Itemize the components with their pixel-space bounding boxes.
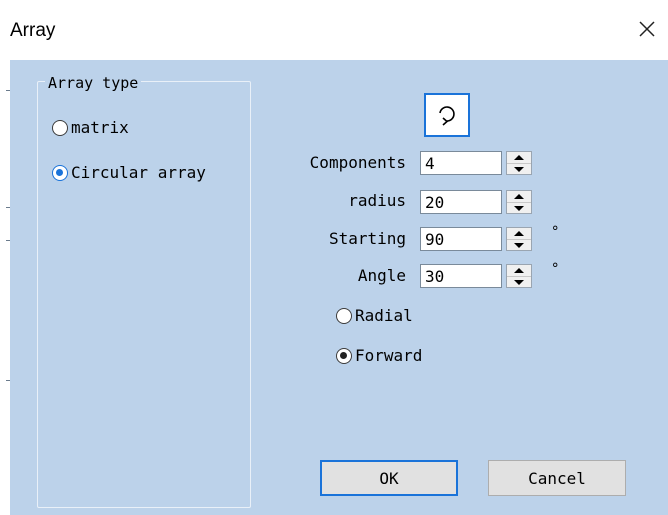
close-icon: [639, 21, 655, 37]
radius-label: radius: [348, 191, 406, 210]
components-increment-button[interactable]: [507, 152, 531, 164]
starting-spinner: [506, 227, 532, 251]
starting-label: Starting: [328, 229, 406, 248]
arrow-up-icon: [514, 231, 524, 236]
array-type-legend: Array type: [45, 74, 142, 92]
radio-matrix-label: matrix: [71, 118, 129, 137]
radio-circular-array[interactable]: Circular array: [52, 163, 215, 182]
arrow-down-icon: [514, 280, 524, 285]
components-label: Components: [309, 153, 406, 172]
radio-radial-indicator[interactable]: [336, 307, 352, 324]
arrow-down-icon: [514, 243, 524, 248]
rotate-clockwise-icon: [439, 106, 455, 126]
radio-matrix[interactable]: matrix: [52, 118, 129, 137]
arrow-up-icon: [514, 155, 524, 160]
title-bar: Array: [10, 0, 668, 60]
dialog-client-area: Array type matrix Circular array Compone…: [10, 60, 668, 515]
components-spinner: [506, 151, 532, 175]
starting-input[interactable]: [420, 227, 502, 251]
angle-label: Angle: [357, 266, 406, 285]
radio-radial[interactable]: Radial: [336, 306, 413, 325]
radius-input[interactable]: [420, 190, 502, 214]
dialog-title: Array: [10, 20, 56, 41]
angle-increment-button[interactable]: [507, 265, 531, 277]
arrow-down-icon: [514, 206, 524, 211]
components-decrement-button[interactable]: [507, 164, 531, 175]
arrow-up-icon: [514, 268, 524, 273]
rotate-direction-button[interactable]: [424, 93, 470, 137]
radius-decrement-button[interactable]: [507, 203, 531, 214]
arrow-down-icon: [514, 167, 524, 172]
angle-degree-unit: °: [551, 261, 560, 277]
angle-input[interactable]: [420, 264, 502, 288]
array-type-group: [37, 81, 251, 508]
arrow-up-icon: [514, 194, 524, 199]
radio-radial-label: Radial: [355, 306, 413, 325]
angle-decrement-button[interactable]: [507, 277, 531, 288]
starting-increment-button[interactable]: [507, 228, 531, 240]
cancel-button[interactable]: Cancel: [488, 460, 626, 496]
array-dialog: Array Array type matrix Circular array C…: [10, 0, 668, 515]
starting-decrement-button[interactable]: [507, 240, 531, 251]
radio-circular-array-indicator[interactable]: [52, 164, 68, 181]
radius-spinner: [506, 190, 532, 214]
radio-forward-label: Forward: [355, 346, 423, 365]
radius-increment-button[interactable]: [507, 191, 531, 203]
ok-button[interactable]: OK: [320, 460, 458, 496]
radio-matrix-indicator[interactable]: [52, 119, 68, 136]
components-input[interactable]: [420, 151, 502, 175]
radio-forward[interactable]: Forward: [336, 346, 422, 365]
angle-spinner: [506, 264, 532, 288]
close-button[interactable]: [632, 14, 662, 44]
radio-forward-indicator[interactable]: [336, 347, 352, 364]
radio-circular-array-label: Circular array: [71, 163, 206, 182]
starting-degree-unit: °: [551, 224, 560, 240]
